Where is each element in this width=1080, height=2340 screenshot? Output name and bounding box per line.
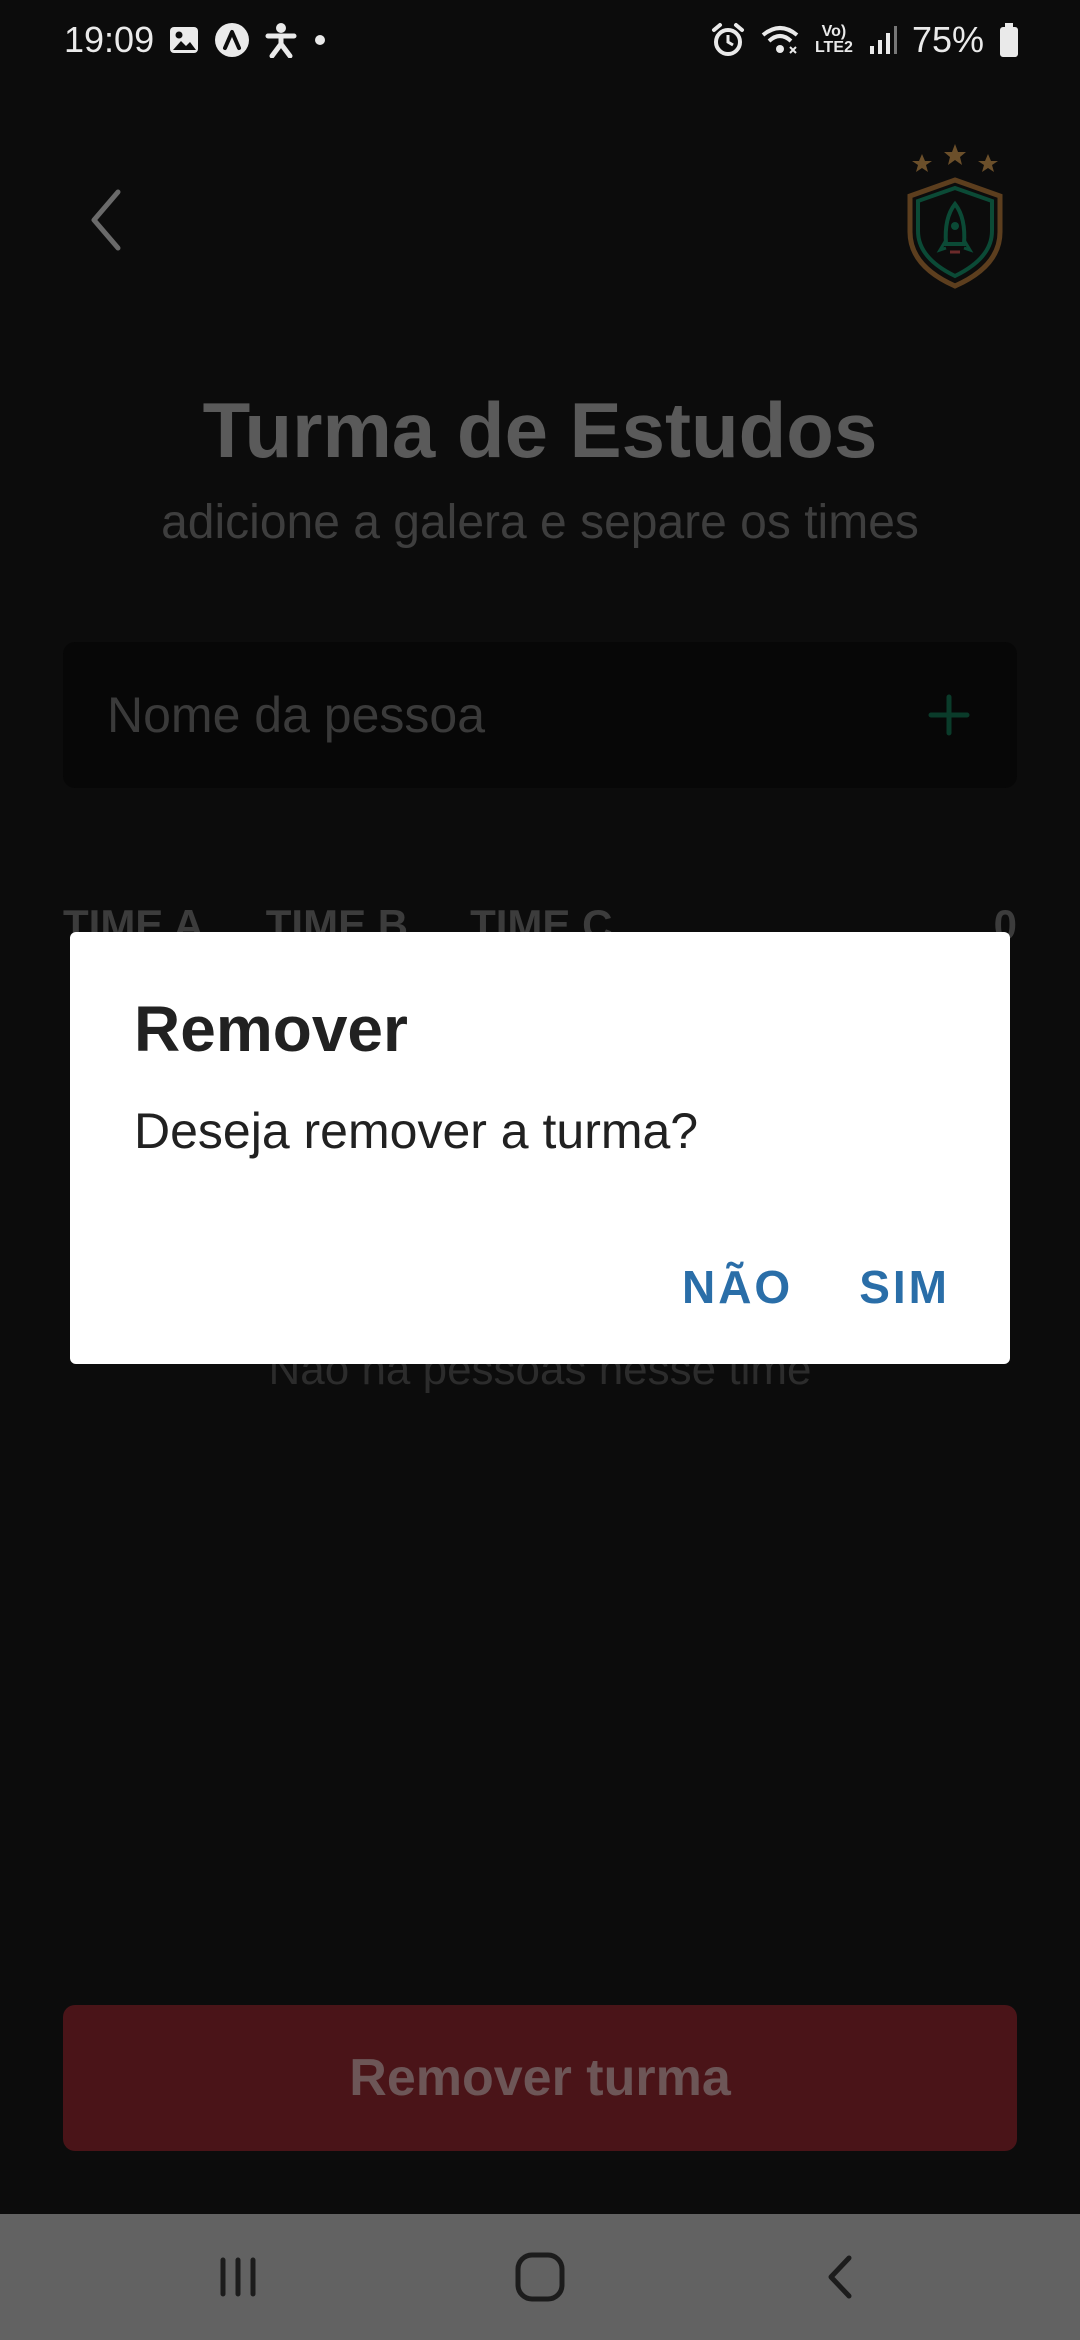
- add-participant-button[interactable]: [899, 665, 999, 765]
- remove-group-button[interactable]: Remover turma: [63, 2005, 1017, 2151]
- dialog-actions: NÃO SIM: [682, 1260, 950, 1314]
- remove-confirmation-dialog: Remover Deseja remover a turma? NÃO SIM: [70, 932, 1010, 1364]
- participant-name-input[interactable]: [105, 685, 899, 745]
- page-title: Turma de Estudos: [202, 386, 878, 474]
- back-arrow-icon: [828, 2255, 852, 2299]
- recent-apps-button[interactable]: [188, 2242, 288, 2312]
- chevron-left-icon: [91, 189, 121, 251]
- dialog-title: Remover: [134, 993, 408, 1065]
- system-navigation-bar: [0, 2214, 1080, 2340]
- recent-apps-icon: [220, 2257, 256, 2297]
- participant-input-row: [63, 642, 1017, 788]
- dialog-message: Deseja remover a turma?: [134, 1103, 699, 1159]
- home-button[interactable]: [490, 2242, 590, 2312]
- rocket-shield-logo: [900, 140, 1010, 290]
- back-button[interactable]: [80, 180, 140, 260]
- home-icon: [515, 2252, 565, 2302]
- system-back-button[interactable]: [792, 2242, 892, 2312]
- plus-icon: [928, 694, 970, 736]
- page-subtitle: adicione a galera e separe os times: [161, 496, 919, 549]
- dialog-confirm-button[interactable]: SIM: [859, 1260, 950, 1314]
- dialog-cancel-button[interactable]: NÃO: [682, 1260, 793, 1314]
